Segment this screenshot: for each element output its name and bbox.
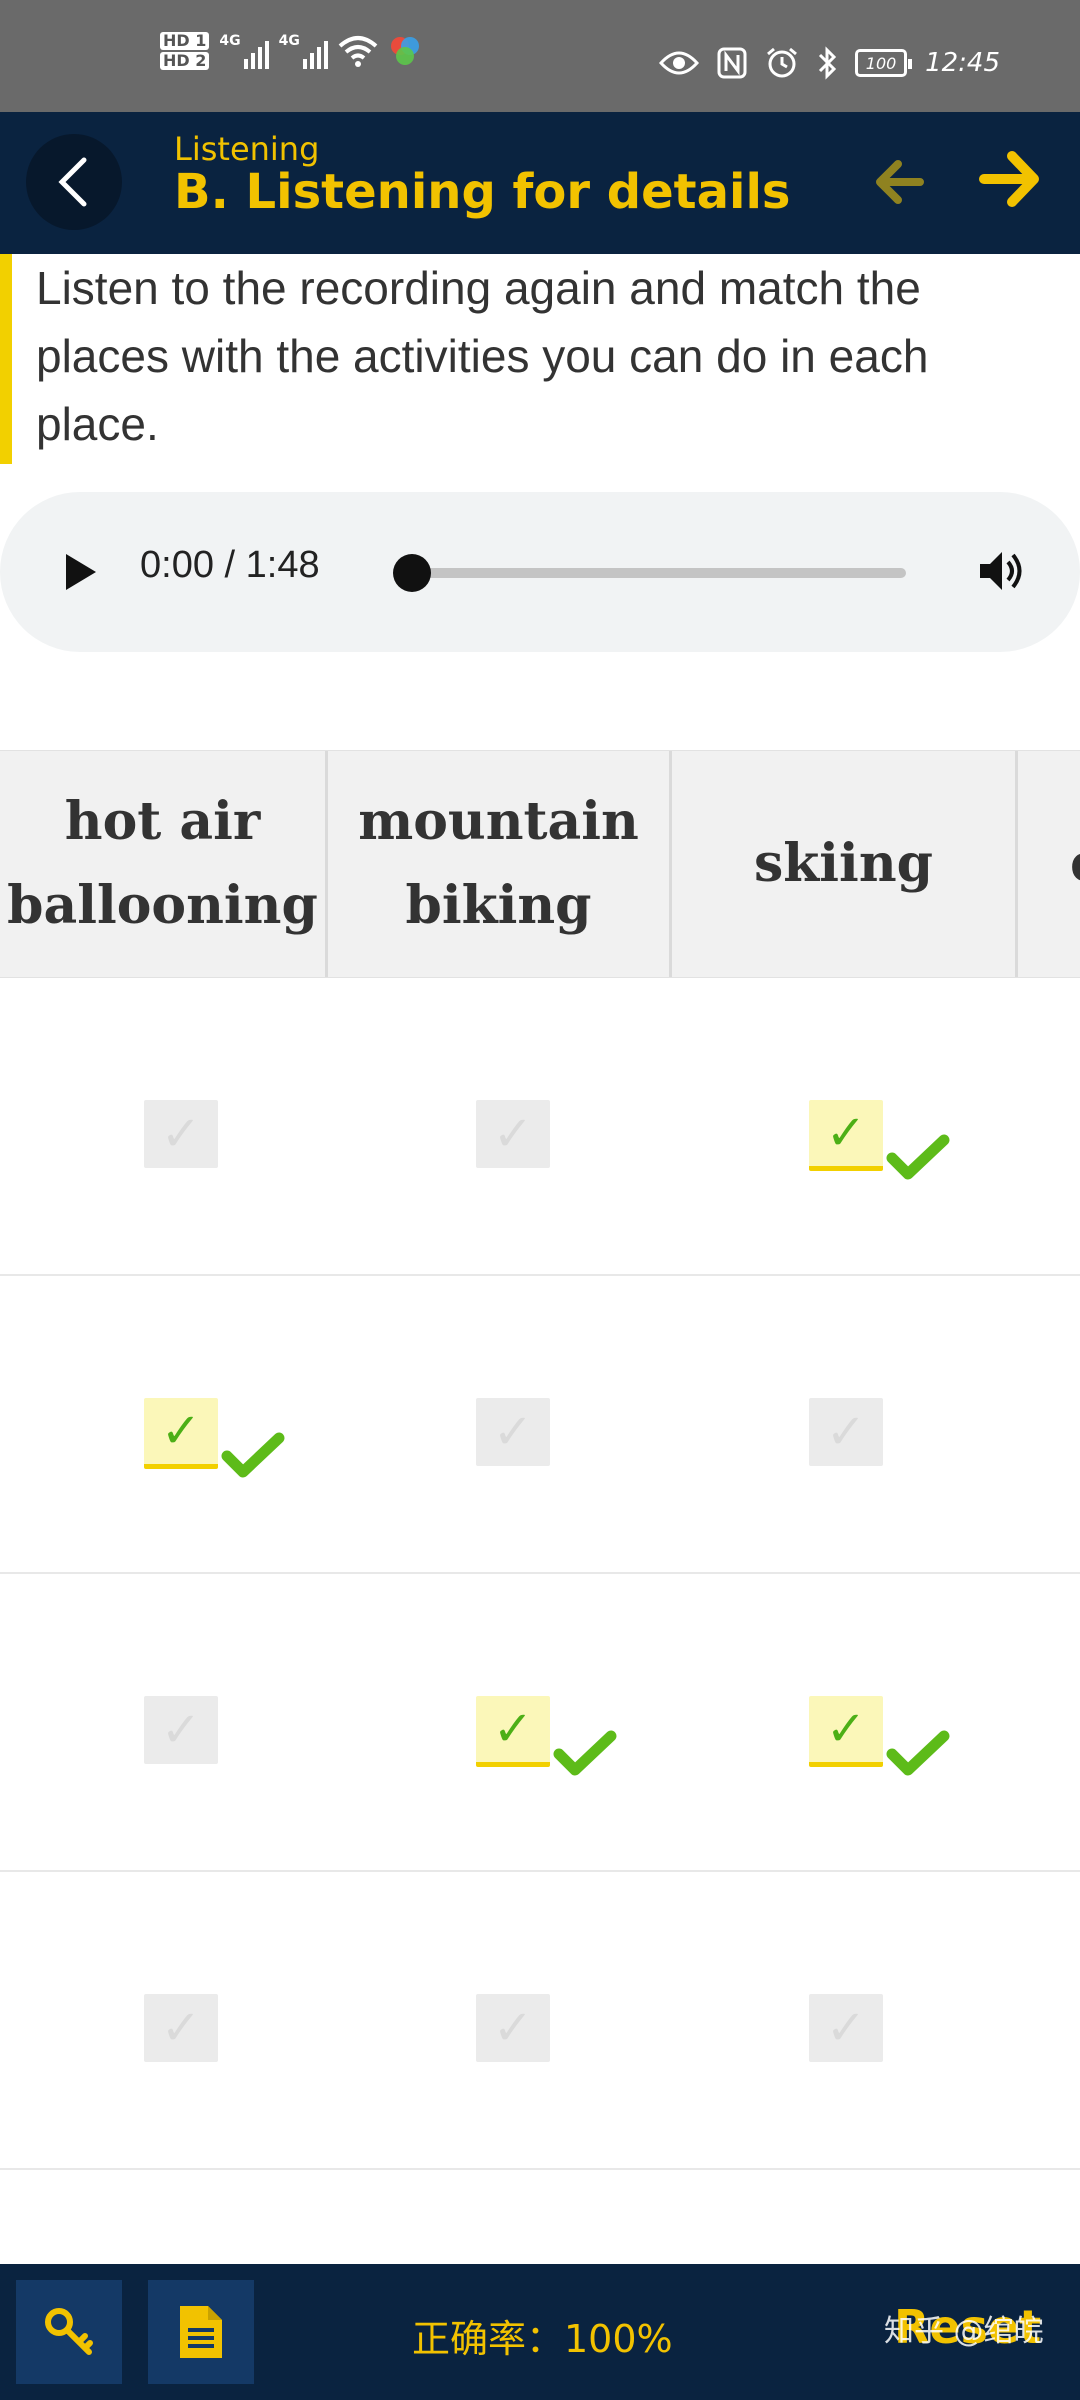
nfc-icon (717, 47, 747, 79)
correct-check-icon (886, 1134, 950, 1180)
match-checkbox[interactable]: ✓ (476, 1398, 550, 1466)
table-row: ✓ ✓ ✓ (0, 1572, 1080, 1872)
table-row: ✓ ✓ ✓ (0, 1870, 1080, 2170)
signal-2-icon: 4G (279, 33, 328, 69)
watermark: 知乎 @绾皖 (884, 2314, 1044, 2349)
eye-icon (659, 51, 700, 75)
chevron-left-icon (58, 157, 87, 207)
column-header-hot-air-ballooning: hot air ballooning (0, 751, 328, 977)
table-row: ✓ ✓ ✓ (0, 976, 1080, 1276)
match-checkbox[interactable]: ✓ (809, 1696, 883, 1767)
instruction-block: Listen to the recording again and match … (0, 254, 1080, 464)
section-subtitle: Listening (174, 130, 320, 168)
hd-indicators: HD 1 HD 2 (160, 32, 210, 70)
table-row: ✓ ✓ ✓ (0, 1274, 1080, 1574)
transcript-button[interactable] (148, 2280, 254, 2384)
hd-2-label: HD 2 (160, 52, 210, 70)
match-checkbox[interactable]: ✓ (809, 1994, 883, 2062)
answer-key-button[interactable] (16, 2280, 122, 2384)
status-bar: HD 1 HD 2 4G 4G 100 12:45 (0, 0, 1080, 112)
audio-time: 0:00 / 1:48 (140, 544, 320, 586)
match-checkbox[interactable]: ✓ (476, 1100, 550, 1168)
correct-check-icon (553, 1730, 617, 1776)
key-icon (45, 2308, 93, 2355)
column-header-skiing: skiing (672, 751, 1018, 977)
volume-icon[interactable] (976, 546, 1026, 596)
clock: 12:45 (925, 48, 1000, 78)
match-checkbox[interactable]: ✓ (476, 1696, 550, 1767)
hd-1-label: HD 1 (160, 32, 210, 50)
accuracy-score: 正确率：100% (412, 2317, 673, 2361)
app-status-icon (390, 37, 419, 65)
audio-progress-track[interactable] (396, 568, 906, 578)
previous-arrow-icon[interactable] (868, 152, 928, 212)
status-left-icons: HD 1 HD 2 4G 4G (160, 32, 422, 70)
correct-check-icon (886, 1730, 950, 1776)
status-right-icons: 100 12:45 (659, 46, 1000, 80)
battery-icon: 100 (855, 49, 913, 77)
play-icon[interactable] (58, 548, 102, 596)
battery-level: 100 (865, 53, 897, 73)
instruction-text: Listen to the recording again and match … (36, 262, 929, 450)
bluetooth-icon (819, 46, 837, 80)
signal-1-icon: 4G (219, 33, 269, 69)
audio-player: 0:00 / 1:48 (0, 492, 1080, 652)
match-checkbox[interactable]: ✓ (144, 1398, 218, 1469)
correct-check-icon (221, 1432, 285, 1478)
column-header-truncated: c (1018, 751, 1080, 977)
alarm-icon (767, 47, 798, 78)
table-header: hot air ballooning mountain biking skiin… (0, 750, 1080, 978)
match-checkbox[interactable]: ✓ (144, 1696, 218, 1764)
back-button[interactable] (26, 134, 122, 230)
match-checkbox[interactable]: ✓ (809, 1398, 883, 1466)
match-checkbox[interactable]: ✓ (144, 1100, 218, 1168)
match-checkbox[interactable]: ✓ (144, 1994, 218, 2062)
page-title: B. Listening for details (174, 164, 791, 220)
match-checkbox[interactable]: ✓ (476, 1994, 550, 2062)
match-checkbox[interactable]: ✓ (809, 1100, 883, 1171)
audio-progress-handle[interactable] (393, 554, 431, 592)
document-icon (180, 2306, 222, 2358)
wifi-icon (338, 36, 378, 67)
next-arrow-icon[interactable] (976, 144, 1046, 214)
app-header: Listening B. Listening for details (0, 112, 1080, 254)
column-header-mountain-biking: mountain biking (328, 751, 672, 977)
